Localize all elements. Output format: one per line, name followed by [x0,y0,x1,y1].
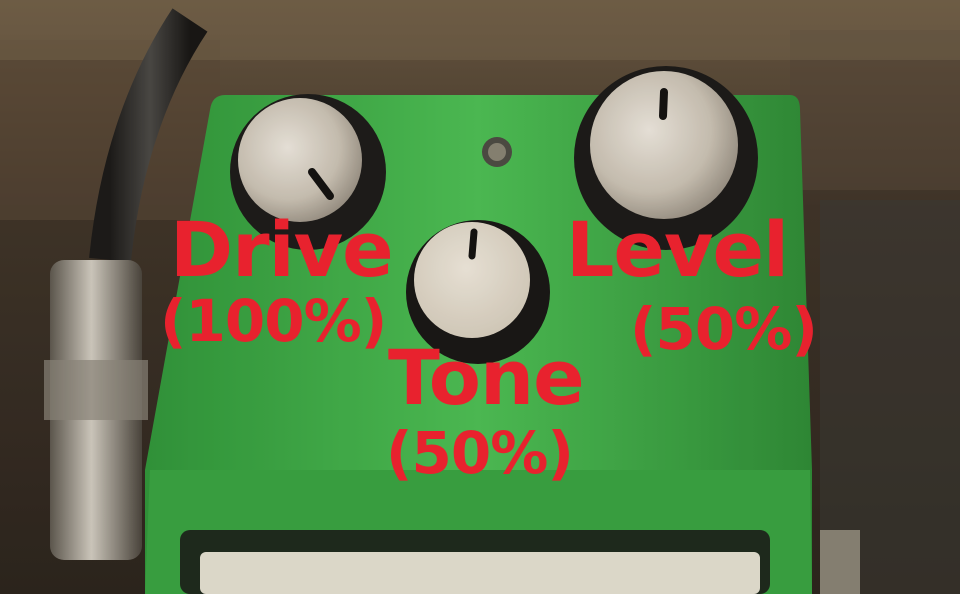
drive-value-label: (100%) [160,287,387,355]
drive-label: Drive [170,205,394,294]
tone-value-label: (50%) [386,419,574,487]
tone-label: Tone [388,333,585,422]
level-value-label: (50%) [630,295,818,363]
pedal-photo: Drive (100%) Level (50%) Tone (50%) [0,0,960,594]
level-label: Level [566,205,789,294]
